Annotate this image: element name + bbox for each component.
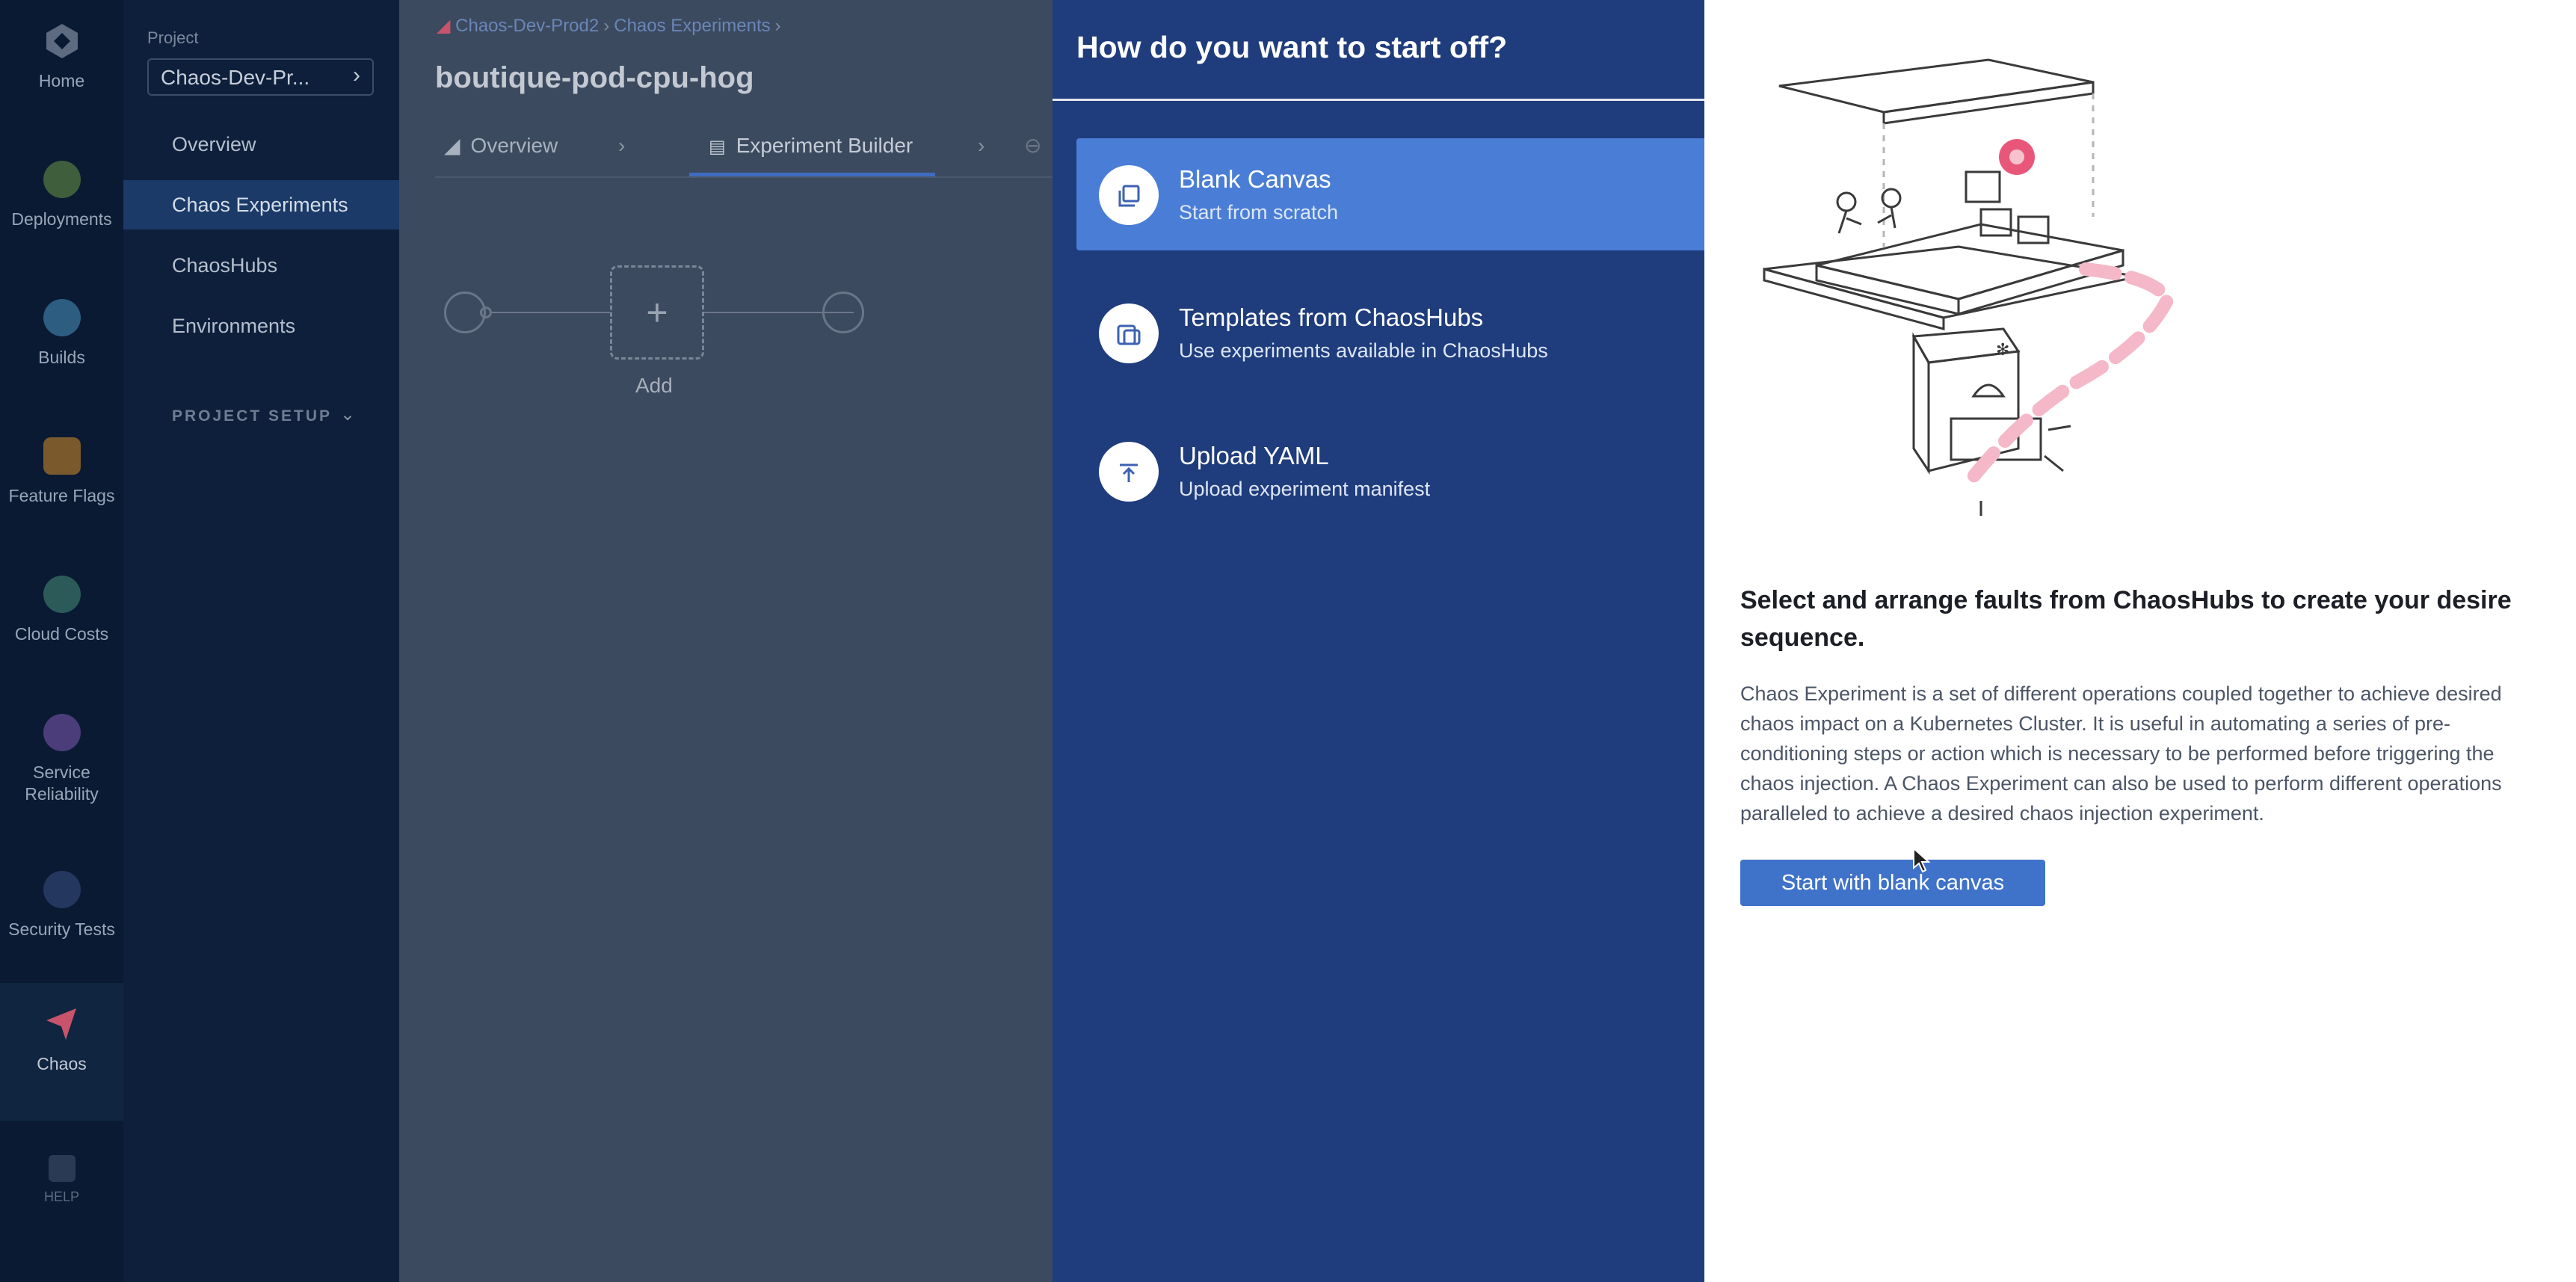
start-with-blank-canvas-button[interactable]: Start with blank canvas bbox=[1740, 860, 2045, 906]
option-detail-panel: ✻ Select and arrange faults from ChaosHu… bbox=[1704, 0, 2576, 1282]
chaos-small-icon: ◢ bbox=[437, 16, 451, 36]
sidebar-item-chaoshubs[interactable]: ChaosHubs bbox=[123, 241, 399, 290]
sidebar-item-overview[interactable]: Overview bbox=[123, 120, 399, 169]
overview-icon: ◢ bbox=[444, 134, 460, 157]
copy-icon bbox=[1099, 165, 1159, 225]
deployments-icon bbox=[43, 161, 81, 198]
sidebar-item-environments[interactable]: Environments bbox=[123, 301, 399, 351]
add-fault-button[interactable]: + bbox=[610, 265, 704, 360]
tab-overview-label: Overview bbox=[470, 134, 558, 157]
breadcrumb-separator: › bbox=[774, 16, 781, 36]
tabs-divider bbox=[435, 176, 1053, 178]
upload-icon bbox=[1099, 442, 1159, 502]
option-subtitle: Use experiments available in ChaosHubs bbox=[1179, 339, 1548, 362]
option-upload-yaml[interactable]: Upload YAML Upload experiment manifest bbox=[1076, 415, 1704, 527]
sidebar-item-chaos-experiments[interactable]: Chaos Experiments bbox=[123, 180, 399, 229]
chaos-icon bbox=[43, 1005, 81, 1043]
breadcrumb: ◢ Chaos-Dev-Prod2 › Chaos Experiments › bbox=[437, 15, 786, 37]
add-label: Add bbox=[635, 374, 673, 397]
project-label: Project bbox=[147, 28, 199, 47]
experiment-workspace: ◢ Chaos-Dev-Prod2 › Chaos Experiments › bou… bbox=[399, 0, 1053, 1282]
builder-icon: ▤ bbox=[709, 137, 726, 157]
option-blank-canvas[interactable]: Blank Canvas Start from scratch bbox=[1076, 138, 1704, 250]
option-title: Blank Canvas bbox=[1179, 165, 1331, 193]
experiment-tabs: ◢ Overview › ▤ Experiment Builder › ⊖ bbox=[435, 127, 1053, 176]
drawer-divider bbox=[1053, 99, 1704, 101]
chevron-right-icon: › bbox=[978, 134, 985, 157]
detail-description: Chaos Experiment is a set of different o… bbox=[1740, 682, 2502, 825]
option-title: Upload YAML bbox=[1179, 442, 1329, 469]
builds-icon bbox=[43, 299, 81, 336]
plus-icon: + bbox=[646, 292, 668, 333]
drawer-title: How do you want to start off? bbox=[1076, 30, 1508, 64]
experiment-title: boutique-pod-cpu-hog bbox=[435, 61, 754, 94]
project-selector[interactable]: Chaos-Dev-Pr... › bbox=[147, 58, 374, 96]
project-name: Chaos-Dev-Pr... bbox=[161, 66, 310, 89]
service-reliability-icon bbox=[43, 714, 81, 751]
project-setup-heading[interactable]: PROJECT SETUP bbox=[172, 407, 332, 425]
nav-cloud-costs[interactable]: Cloud Costs bbox=[0, 576, 123, 645]
nav-feature-flags[interactable]: Feature Flags bbox=[0, 437, 123, 507]
nav-help[interactable]: HELP bbox=[0, 1155, 123, 1208]
option-title: Templates from ChaosHubs bbox=[1179, 303, 1484, 331]
feature-flags-icon bbox=[43, 437, 81, 475]
option-templates-chaoshubs[interactable]: Templates from ChaosHubs Use experiments… bbox=[1076, 277, 1704, 389]
start-connector bbox=[480, 306, 492, 318]
chaos-experiment-illustration: ✻ bbox=[1763, 58, 2176, 516]
nav-home[interactable]: Home bbox=[0, 22, 123, 92]
cloud-costs-icon bbox=[43, 576, 81, 613]
link-icon[interactable]: ⊖ bbox=[1024, 127, 1041, 176]
breadcrumb-experiments[interactable]: Chaos Experiments bbox=[614, 16, 770, 36]
help-icon bbox=[48, 1155, 76, 1182]
template-icon bbox=[1099, 303, 1159, 363]
tab-experiment-builder[interactable]: ▤ Experiment Builder bbox=[689, 127, 936, 176]
tab-builder-label: Experiment Builder bbox=[736, 134, 913, 157]
home-icon bbox=[43, 22, 81, 60]
nav-service-reliability[interactable]: Service Reliability bbox=[0, 714, 123, 805]
breadcrumb-project[interactable]: Chaos-Dev-Prod2 bbox=[455, 16, 599, 36]
end-node bbox=[822, 292, 864, 333]
chevron-down-icon[interactable]: ⌄ bbox=[340, 404, 355, 425]
chevron-right-icon: › bbox=[618, 134, 626, 157]
nav-chaos[interactable]: Chaos bbox=[0, 983, 123, 1121]
app-nav: Home Deployments Builds Feature Flags Cl… bbox=[0, 0, 123, 1282]
svg-text:✻: ✻ bbox=[1996, 341, 2009, 360]
nav-security-tests[interactable]: Security Tests bbox=[0, 871, 123, 940]
security-tests-icon bbox=[43, 871, 81, 908]
breadcrumb-separator: › bbox=[603, 16, 610, 36]
chevron-right-icon: › bbox=[353, 63, 360, 87]
detail-heading: Select and arrange faults from ChaosHubs… bbox=[1740, 586, 2512, 652]
flow-line bbox=[492, 312, 610, 313]
option-subtitle: Start from scratch bbox=[1179, 201, 1339, 224]
project-sidebar: Project Chaos-Dev-Pr... › Overview Chaos… bbox=[123, 0, 399, 1282]
nav-builds[interactable]: Builds bbox=[0, 299, 123, 369]
option-subtitle: Upload experiment manifest bbox=[1179, 478, 1431, 500]
nav-deployments[interactable]: Deployments bbox=[0, 161, 123, 230]
tab-overview[interactable]: ◢ Overview bbox=[444, 127, 558, 176]
start-options-drawer: How do you want to start off? Blank Canv… bbox=[1053, 0, 1704, 1282]
